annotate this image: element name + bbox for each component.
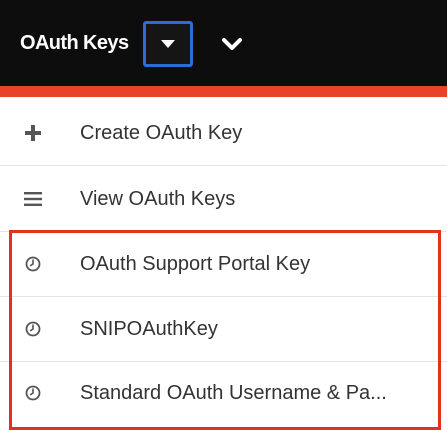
menu-item-label: Standard OAuth Username & Pa... [80,382,387,404]
menu-item-recent-oauth-support-portal-key[interactable]: OAuth Support Portal Key [0,232,447,296]
plus-icon [22,122,44,144]
clock-icon [22,382,44,404]
module-label[interactable]: OAuth Keys [20,31,129,55]
menu-item-label: View OAuth Keys [80,188,236,210]
module-dropdown-button[interactable] [143,21,193,67]
menu-item-create-oauth-key[interactable]: Create OAuth Key [0,101,447,165]
chevron-down-icon[interactable] [221,33,243,55]
menu-item-recent-standard-oauth[interactable]: Standard OAuth Username & Pa... [0,361,447,425]
menu-item-recent-snipoauthkey[interactable]: SNIPOAuthKey [0,297,447,361]
clock-icon [22,253,44,275]
menu-item-view-oauth-keys[interactable]: View OAuth Keys [0,167,447,231]
menu-item-label: Create OAuth Key [80,122,243,144]
top-navigation-bar: OAuth Keys [0,0,447,86]
menu-item-label: OAuth Support Portal Key [80,253,311,275]
clock-icon [22,318,44,340]
list-icon [22,188,44,210]
menu-divider [0,165,447,166]
module-accent-bar [0,86,447,97]
menu-item-label: SNIPOAuthKey [80,318,218,340]
caret-down-icon [161,40,175,48]
